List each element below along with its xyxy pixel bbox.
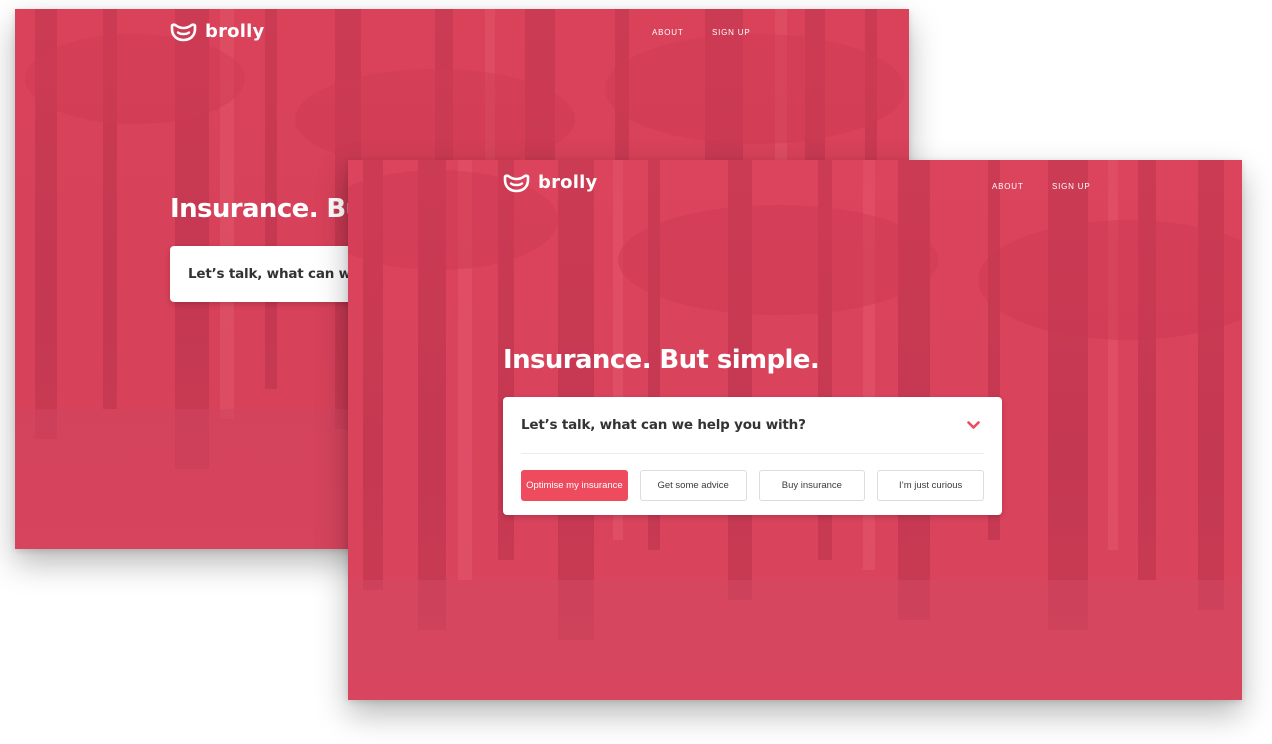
assistant-card: Let’s talk, what can we help you with? O…: [503, 397, 1002, 515]
brand-logo[interactable]: brolly: [170, 21, 264, 43]
chevron-down-icon[interactable]: [967, 420, 980, 430]
top-nav: brolly ABOUT SIGN UP: [348, 160, 1242, 206]
nav-sign-up-link[interactable]: SIGN UP: [712, 28, 751, 37]
assistant-question: Let’s talk, what can we help you with?: [521, 417, 806, 433]
assistant-options: Optimise my insurance Get some advice Bu…: [503, 454, 1002, 515]
brand-name: brolly: [538, 172, 598, 193]
brand-logo[interactable]: brolly: [503, 172, 597, 194]
option-get-advice-button[interactable]: Get some advice: [639, 470, 747, 501]
nav-about-link[interactable]: ABOUT: [652, 28, 684, 37]
nav-sign-up-link[interactable]: SIGN UP: [1052, 182, 1091, 191]
brand-name: brolly: [205, 21, 265, 42]
umbrella-smile-icon: [170, 23, 197, 42]
option-buy-insurance-button[interactable]: Buy insurance: [758, 470, 866, 501]
option-just-curious-button[interactable]: I’m just curious: [877, 470, 984, 501]
front-screen: brolly ABOUT SIGN UP Insurance. But simp…: [348, 160, 1242, 700]
top-nav: brolly ABOUT SIGN UP: [15, 9, 909, 55]
assistant-card-header[interactable]: Let’s talk, what can we help you with?: [503, 397, 1002, 453]
umbrella-smile-icon: [503, 174, 530, 193]
hero-headline: Insurance. But simple.: [503, 345, 820, 375]
nav-about-link[interactable]: ABOUT: [992, 182, 1024, 191]
option-optimise-insurance-button[interactable]: Optimise my insurance: [521, 470, 628, 501]
